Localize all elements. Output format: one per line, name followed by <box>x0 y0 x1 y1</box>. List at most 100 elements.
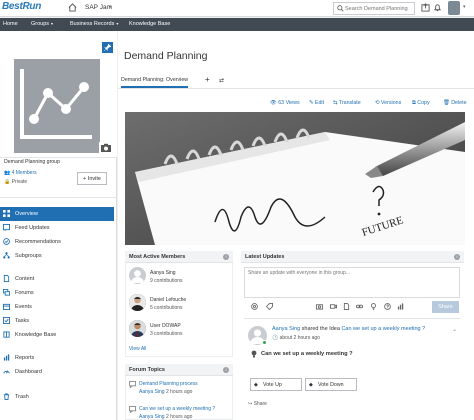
info-icon[interactable]: i <box>223 367 229 373</box>
sidebar-item-knowledge-base[interactable]: Knowledge Base <box>0 328 114 342</box>
members-link[interactable]: 👥 4 Members <box>4 170 37 176</box>
hero-image: FUTURE <box>125 112 465 245</box>
page-title: Demand Planning <box>124 50 208 62</box>
feed-item-link[interactable]: Can we set up a weekly meeting ? <box>341 326 425 332</box>
sidebar-item-forums[interactable]: Forums <box>0 286 114 300</box>
feed-icon <box>3 224 10 231</box>
sidebar-item-label: Tasks <box>15 318 30 324</box>
invite-button[interactable]: + Invite <box>77 172 107 185</box>
share-icon[interactable] <box>421 3 430 12</box>
link-icon[interactable] <box>356 303 363 310</box>
feed-action: shared the Idea <box>301 326 340 332</box>
group-cover-image <box>0 31 117 158</box>
group-sidebar: Demand Planning group 👥 4 Members 🔒 Priv… <box>0 31 117 420</box>
mention-icon[interactable] <box>251 303 258 310</box>
sidebar-item-events[interactable]: Events <box>0 300 114 314</box>
forum-topic-meta: Aanya Sing 2 hours ago <box>139 389 193 395</box>
document-icon[interactable] <box>343 303 350 310</box>
group-name: Demand Planning group <box>4 159 60 165</box>
views-count[interactable]: 👁 63 Views <box>270 100 300 106</box>
user-photo <box>129 294 146 311</box>
nav-item-groups[interactable]: Groups ▾ <box>31 21 53 27</box>
sidebar-item-content[interactable]: Content <box>0 272 114 286</box>
update-composer[interactable] <box>244 267 460 298</box>
chevron-down-icon[interactable]: ▾ <box>109 4 112 10</box>
vote-down-button[interactable]: ◆ Vote Down <box>305 378 357 391</box>
share-button[interactable]: Share <box>432 301 459 313</box>
trash-icon <box>3 393 10 400</box>
sidebar-item-trash[interactable]: Trash <box>0 390 114 404</box>
search-box[interactable] <box>333 2 415 15</box>
sidebar-item-dashboard[interactable]: Dashboard <box>0 365 114 379</box>
sidebar-item-label: Feed Updates <box>15 225 50 231</box>
member-name[interactable]: Aanya Sing <box>150 270 176 276</box>
delete-button[interactable]: 🗑 Delete <box>443 100 467 106</box>
avatar[interactable] <box>129 320 146 337</box>
forum-topic-title[interactable]: Can we set up a weekly meeting ? <box>139 406 215 412</box>
nav-item-knowledge-base[interactable]: Knowledge Base <box>129 21 170 27</box>
copy-button[interactable]: ⧉ Copy <box>412 100 430 107</box>
feed-author[interactable]: Aanya Sing <box>272 326 300 332</box>
pin-button[interactable] <box>102 42 113 53</box>
sidebar-item-label: Subgroups <box>15 253 42 259</box>
sidebar-item-feed-updates[interactable]: Feed Updates <box>0 221 114 235</box>
content-icon <box>3 275 10 282</box>
chart-placeholder-icon <box>14 59 100 153</box>
company-logo[interactable]: BestRun <box>2 1 41 12</box>
home-icon[interactable] <box>68 3 77 12</box>
tab-overview[interactable]: Demand Planning: Overview <box>121 77 189 88</box>
trash-icon: 🗑 <box>443 100 452 106</box>
nav-item-home[interactable]: Home <box>3 21 18 27</box>
add-tab-icon[interactable]: + <box>205 75 210 84</box>
sidebar-item-subgroups[interactable]: Subgroups <box>0 249 114 263</box>
latest-updates-header: Latest Updates i <box>241 251 464 263</box>
lightbulb-icon[interactable] <box>370 303 377 310</box>
bell-icon[interactable] <box>433 3 442 12</box>
update-input[interactable] <box>248 270 453 276</box>
tag-icon[interactable] <box>266 303 273 310</box>
app-title[interactable]: SAP Jam <box>85 4 112 11</box>
vote-up-button[interactable]: ◆ Vote Up <box>250 378 302 391</box>
member-name[interactable]: User DOWAP <box>150 323 181 329</box>
translate-button[interactable]: ⇆ Translate <box>333 100 361 106</box>
clock-icon: 🕑 <box>272 335 280 341</box>
poll-icon[interactable] <box>397 303 404 310</box>
sidebar-item-reports[interactable]: Reports <box>0 351 114 365</box>
reports-icon <box>3 354 10 361</box>
tasks-icon <box>3 317 10 324</box>
question-icon[interactable] <box>384 303 391 310</box>
camera-icon[interactable] <box>99 142 113 154</box>
main-nav: Home Groups ▾ Business Records ▾ Knowledge… <box>0 18 474 31</box>
recommend-icon <box>3 238 10 245</box>
chevron-down-icon[interactable]: ⌄ <box>452 326 457 333</box>
reorder-tabs-icon[interactable]: ⇄ <box>219 77 224 84</box>
sidebar-item-overview[interactable]: Overview <box>0 207 114 221</box>
events-icon <box>3 303 10 310</box>
nav-item-business-records[interactable]: Business Records ▾ <box>70 21 118 27</box>
chevron-down-icon[interactable]: ▾ <box>463 4 466 10</box>
chevron-down-icon: ▾ <box>51 21 54 26</box>
camera-icon[interactable] <box>316 303 323 310</box>
info-icon[interactable]: i <box>223 254 229 260</box>
sidebar-item-label: Content <box>15 276 35 282</box>
versions-button[interactable]: ⟲ Versions <box>375 100 401 106</box>
idea-title[interactable]: Can we set up a weekly meeting ? <box>261 351 353 357</box>
view-all-link[interactable]: View All <box>129 346 146 352</box>
knowledge-icon <box>3 331 10 338</box>
feed-share-link[interactable]: ↪ Share <box>248 401 267 407</box>
feed-headline: Aanya Sing shared the Idea Can we set up… <box>272 326 425 332</box>
avatar[interactable] <box>129 294 146 311</box>
members-icon: 👥 <box>4 170 12 176</box>
edit-button[interactable]: ✎ Edit <box>309 100 324 106</box>
info-icon[interactable]: i <box>454 254 460 260</box>
member-name[interactable]: Daniel Lefouche <box>150 297 186 303</box>
sidebar-item-recommendations[interactable]: Recommendations <box>0 235 114 249</box>
search-input[interactable] <box>345 4 413 14</box>
avatar[interactable] <box>448 1 460 15</box>
video-icon[interactable] <box>330 303 337 310</box>
pin-icon <box>103 43 112 52</box>
feed-time: 🕑 about 2 hours ago <box>272 335 320 341</box>
avatar[interactable] <box>129 267 146 284</box>
forum-topic-title[interactable]: Demand Planning process <box>139 381 198 387</box>
sidebar-item-tasks[interactable]: Tasks <box>0 314 114 328</box>
